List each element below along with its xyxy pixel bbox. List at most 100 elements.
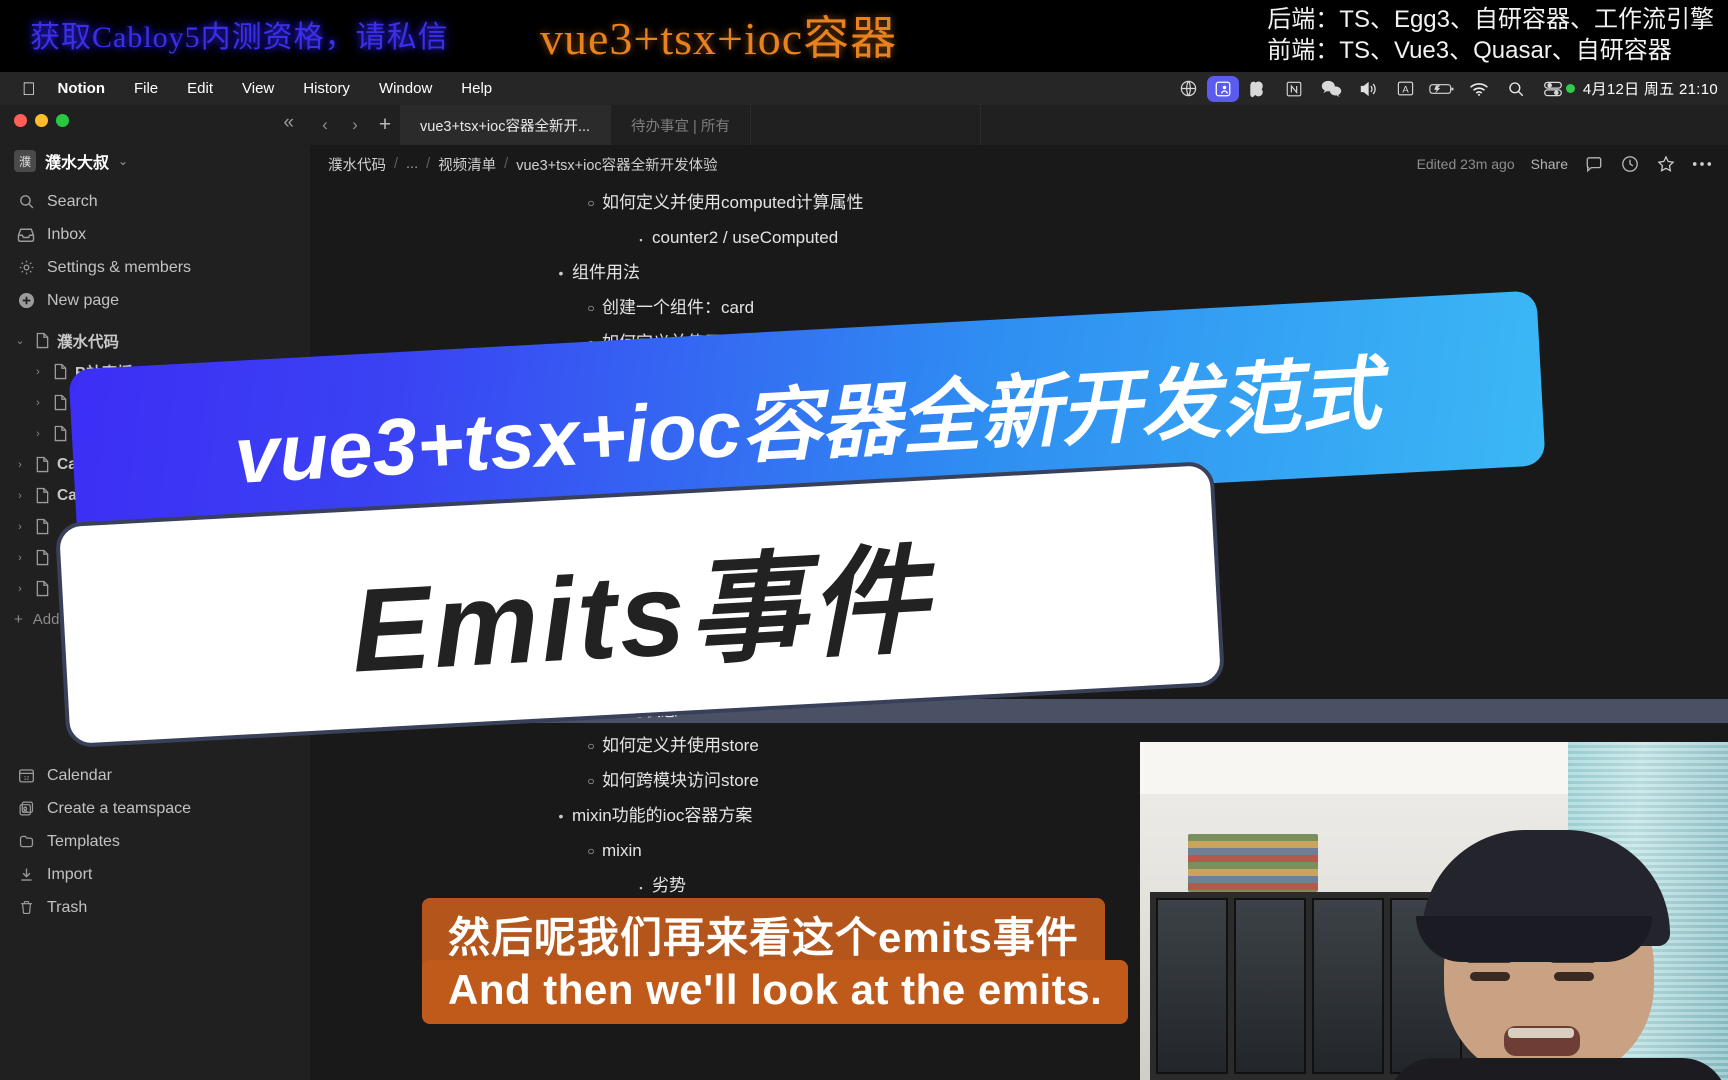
promo-frontend-line: 前端：TS、Vue3、Quasar、自研容器 xyxy=(1267,37,1672,64)
doc-line[interactable]: • 组件用法 xyxy=(310,261,1728,285)
bullet-icon: ○ xyxy=(587,739,595,753)
menu-item-window[interactable]: Window xyxy=(379,80,432,97)
page-icon xyxy=(35,332,50,349)
sidebar-item-calendar[interactable]: 12 Calendar xyxy=(0,759,310,792)
chevron-right-icon[interactable]: › xyxy=(30,397,46,409)
menu-item-file[interactable]: File xyxy=(134,80,158,97)
volume-icon[interactable] xyxy=(1350,72,1387,105)
sidebar-item-create-teamspace[interactable]: Create a teamspace xyxy=(0,792,310,825)
sidebar-item-search[interactable]: Search xyxy=(0,185,310,218)
input-source-A-icon[interactable]: A xyxy=(1387,72,1424,105)
inbox-icon xyxy=(16,226,36,243)
minimize-window-button[interactable] xyxy=(35,114,48,127)
menu-item-notion[interactable]: Notion xyxy=(58,80,105,97)
tab-empty-slot xyxy=(751,105,981,145)
bullet-icon: ○ xyxy=(587,301,595,315)
sidebar-item-settings-members[interactable]: Settings & members xyxy=(0,251,310,284)
chevron-right-icon[interactable]: › xyxy=(30,428,46,440)
workspace-switcher[interactable]: 濮 濮水大叔 ⌄ xyxy=(14,149,128,173)
chevron-down-icon: ⌄ xyxy=(118,154,129,168)
doc-line[interactable]: ○ 如何定义并使用computed计算属性 xyxy=(310,191,1728,215)
star-icon[interactable] xyxy=(1656,155,1676,173)
battery-icon[interactable] xyxy=(1424,72,1461,105)
sidebar-item-label: Templates xyxy=(47,832,120,850)
tab-todo-all[interactable]: 待办事宜 | 所有 xyxy=(611,105,751,145)
notion-n-icon[interactable] xyxy=(1276,72,1313,105)
menu-item-help[interactable]: Help xyxy=(461,80,492,97)
templates-icon xyxy=(16,833,36,850)
zoom-window-button[interactable] xyxy=(56,114,69,127)
chevron-right-icon[interactable]: › xyxy=(12,459,28,471)
doc-line[interactable]: ○ 如何定义并使用props xyxy=(310,331,1728,355)
share-button[interactable]: Share xyxy=(1531,156,1568,172)
tree-item-cabloy[interactable]: › Cabloy xyxy=(0,449,310,480)
doc-line[interactable]: ▪ counter2 / useComputed xyxy=(310,226,1728,250)
breadcrumb-item-0[interactable]: 濮水代码 xyxy=(328,154,386,175)
chevron-right-icon[interactable]: › xyxy=(30,366,46,378)
spotlight-search-icon[interactable] xyxy=(1498,72,1535,105)
gear-icon xyxy=(16,259,36,276)
tree-item-cab[interactable]: › Cab xyxy=(0,480,310,511)
history-clock-icon[interactable] xyxy=(1620,155,1640,173)
presenter-cap-brim xyxy=(1416,916,1652,962)
bullet-icon: ○ xyxy=(587,774,595,788)
sidebar-item-trash[interactable]: Trash xyxy=(0,891,310,924)
menu-item-history[interactable]: History xyxy=(303,80,350,97)
tree-item-8[interactable]: › xyxy=(0,573,310,604)
evernote-elephant-icon[interactable] xyxy=(1239,72,1276,105)
doc-line-text: 劣势 xyxy=(652,876,686,895)
chevron-right-icon[interactable]: › xyxy=(12,583,28,595)
svg-text:A: A xyxy=(1402,84,1409,95)
doc-line[interactable]: ○ 创建一个组件：card xyxy=(310,296,1728,320)
tree-item-7[interactable]: › xyxy=(0,542,310,573)
add-a-page-button[interactable]: + Add a page xyxy=(0,604,310,635)
doc-line-highlighted[interactable]: • store全局状态 xyxy=(310,699,1728,723)
presenter-eye xyxy=(1554,972,1594,981)
collapse-sidebar-icon[interactable]: « xyxy=(283,112,294,134)
breadcrumb-item-2[interactable]: 视频清单 xyxy=(438,154,496,175)
recording-indicator-dot xyxy=(1565,84,1575,93)
close-window-button[interactable] xyxy=(14,114,27,127)
tree-item-bilibili[interactable]: › B站直播 xyxy=(0,356,310,387)
tree-item-architecture[interactable]: › 架构班 xyxy=(0,387,310,418)
breadcrumb-item-1[interactable]: ... xyxy=(406,156,418,172)
sidebar-item-new-page[interactable]: New page xyxy=(0,284,310,317)
wifi-icon[interactable] xyxy=(1461,72,1498,105)
sidecar-display-icon[interactable] xyxy=(1206,75,1239,102)
nav-back-button[interactable]: ‹ xyxy=(310,105,340,145)
chevron-right-icon[interactable]: › xyxy=(12,552,28,564)
new-tab-button[interactable]: + xyxy=(370,105,400,145)
breadcrumb-item-3[interactable]: vue3+tsx+ioc容器全新开发体验 xyxy=(516,154,717,175)
apple-menu-icon[interactable]:  xyxy=(22,80,36,98)
page-icon xyxy=(35,487,50,504)
earth-globe-icon[interactable] xyxy=(1170,72,1207,105)
doc-line-text: store全局状态 xyxy=(572,701,678,720)
tree-item-6[interactable]: › xyxy=(0,511,310,542)
tree-item-label: B站直播 xyxy=(75,364,133,382)
tab-vue3-tsx-ioc[interactable]: vue3+tsx+ioc容器全新开... xyxy=(400,105,612,145)
bullet-icon: ○ xyxy=(587,844,595,858)
menu-item-edit[interactable]: Edit xyxy=(187,80,213,97)
calendar-icon: 12 xyxy=(16,767,36,784)
tree-item-materials[interactable]: › 素材 xyxy=(0,418,310,449)
sidebar-item-import[interactable]: Import xyxy=(0,858,310,891)
menu-item-view[interactable]: View xyxy=(242,80,274,97)
sidebar-item-inbox[interactable]: Inbox xyxy=(0,218,310,251)
tree-item-label: 濮水代码 xyxy=(57,333,120,351)
promo-backend-line: 后端：TS、Egg3、自研容器、工作流引擎 xyxy=(1267,6,1714,33)
menubar-clock[interactable]: 4月12日 周五 21:10 xyxy=(1583,78,1718,99)
tree-item-root[interactable]: ⌄ 濮水代码 xyxy=(0,325,310,356)
shelf-pane xyxy=(1156,898,1228,1074)
more-dots-icon[interactable] xyxy=(1692,161,1712,167)
chevron-right-icon[interactable]: › xyxy=(12,490,28,502)
doc-line-text: 创建一个组件：card xyxy=(602,298,755,317)
chevron-right-icon[interactable]: › xyxy=(12,521,28,533)
doc-line-text: 如何定义并使用store xyxy=(602,736,759,755)
wechat-icon[interactable] xyxy=(1313,72,1350,105)
nav-forward-button[interactable]: › xyxy=(340,105,370,145)
sidebar-item-templates[interactable]: Templates xyxy=(0,825,310,858)
comment-icon[interactable] xyxy=(1584,156,1604,173)
chevron-down-icon[interactable]: ⌄ xyxy=(12,334,28,347)
sidebar-item-label: Import xyxy=(47,865,93,883)
breadcrumb-bar: 濮水代码 / ... / 视频清单 / vue3+tsx+ioc容器全新开发体验… xyxy=(310,145,1728,183)
